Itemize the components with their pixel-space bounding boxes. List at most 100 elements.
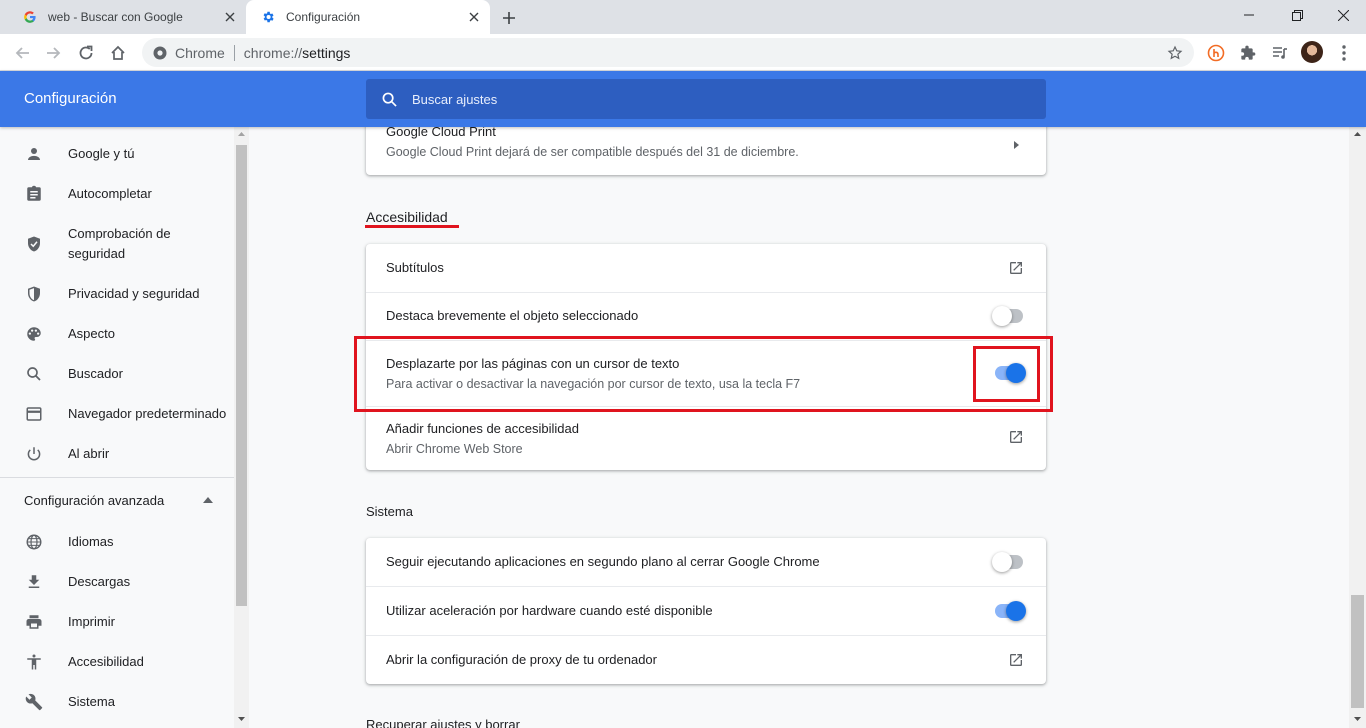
sidebar-item-comprobacion[interactable]: Comprobación de seguridad (0, 224, 234, 264)
tab-strip: web - Buscar con Google Configuración (0, 0, 1366, 34)
settings-header: Configuración (0, 71, 1366, 127)
scroll-up-arrow-icon[interactable] (234, 127, 249, 141)
sidebar-scroll-thumb[interactable] (236, 145, 247, 606)
search-icon (380, 90, 398, 108)
person-icon (24, 144, 44, 164)
shield-half-icon (24, 284, 44, 304)
back-arrow-icon[interactable] (8, 39, 36, 67)
row-subtitle: Abrir Chrome Web Store (386, 442, 523, 456)
open-in-new-icon[interactable] (1006, 427, 1026, 447)
sidebar-item-label: Al abrir (68, 446, 110, 461)
wrench-icon (24, 692, 44, 712)
google-g-icon (22, 9, 38, 25)
more-vert-icon[interactable] (1330, 39, 1358, 67)
shield-check-icon (24, 234, 44, 254)
site-chip: Chrome (175, 44, 225, 61)
sidebar-item-label: Aspecto (68, 326, 115, 341)
url-scheme: chrome:// (243, 44, 303, 61)
printing-card: Google Cloud Print Google Cloud Print de… (366, 127, 1046, 175)
chevron-right-icon (1011, 139, 1021, 151)
sidebar-item-label: Comprobación de seguridad (68, 226, 171, 261)
row-separator (366, 292, 1046, 293)
sidebar-item-autocompletar[interactable]: Autocompletar (0, 184, 234, 204)
focus-highlight-row: Destaca brevemente el objeto seleccionad… (366, 292, 1046, 340)
sidebar-item-label: Google y tú (68, 146, 135, 161)
minimize-icon[interactable] (1236, 4, 1262, 26)
row-title: Utilizar aceleración por hardware cuando… (386, 603, 713, 618)
add-accessibility-features-row[interactable]: Añadir funciones de accesibilidad Abrir … (366, 406, 1046, 470)
sidebar-item-navegador[interactable]: Navegador predeterminado (0, 404, 234, 424)
google-cloud-print-row[interactable]: Google Cloud Print Google Cloud Print de… (366, 127, 1046, 175)
media-queue-icon[interactable] (1266, 39, 1294, 67)
row-subtitle: Google Cloud Print dejará de ser compati… (386, 145, 799, 159)
chrome-site-icon (152, 45, 168, 61)
toggle-knob (992, 306, 1012, 326)
search-input[interactable] (412, 91, 1012, 107)
sidebar-item-label: Privacidad y seguridad (68, 286, 200, 301)
settings-main: Google Cloud Print Google Cloud Print de… (249, 127, 1349, 728)
sidebar-item-al-abrir[interactable]: Al abrir (0, 444, 234, 464)
sidebar-item-sistema[interactable]: Sistema (0, 692, 234, 712)
system-card: Seguir ejecutando aplicaciones en segund… (366, 538, 1046, 684)
power-icon (24, 444, 44, 464)
tab-title: Configuración (286, 10, 361, 24)
subtitles-row[interactable]: Subtítulos (366, 244, 1046, 292)
sidebar-item-label: Idiomas (68, 534, 114, 549)
sidebar-item-buscador[interactable]: Buscador (0, 364, 234, 384)
page-scroll-thumb[interactable] (1351, 595, 1364, 708)
sidebar-item-privacidad[interactable]: Privacidad y seguridad (0, 284, 234, 304)
printer-icon (24, 612, 44, 632)
address-separator (233, 44, 235, 61)
honey-extension-icon[interactable] (1202, 39, 1230, 67)
scroll-down-arrow-icon[interactable] (1350, 712, 1365, 726)
close-tab-icon[interactable] (222, 9, 238, 25)
address-bar[interactable]: Chrome chrome://settings (142, 38, 1194, 67)
globe-icon (24, 532, 44, 552)
background-apps-row: Seguir ejecutando aplicaciones en segund… (366, 538, 1046, 586)
annotation-highlight-row (354, 336, 1053, 412)
sidebar-item-descargas[interactable]: Descargas (0, 572, 234, 592)
browser-toolbar: Chrome chrome://settings (0, 34, 1366, 71)
tab-settings[interactable]: Configuración (246, 0, 490, 34)
advanced-settings-label: Configuración avanzada (24, 493, 165, 508)
bookmark-star-icon[interactable] (1166, 44, 1184, 62)
scroll-up-arrow-icon[interactable] (1350, 127, 1365, 141)
sidebar-item-google-y-tu[interactable]: Google y tú (0, 144, 234, 164)
focus-highlight-toggle[interactable] (992, 306, 1026, 326)
tab-title: web - Buscar con Google (48, 10, 183, 24)
open-in-new-icon[interactable] (1006, 650, 1026, 670)
row-title: Destaca brevemente el objeto seleccionad… (386, 308, 639, 323)
advanced-settings-toggle[interactable]: Configuración avanzada (24, 493, 224, 508)
forward-arrow-icon[interactable] (40, 39, 68, 67)
proxy-settings-row[interactable]: Abrir la configuración de proxy de tu or… (366, 635, 1046, 684)
scroll-down-arrow-icon[interactable] (234, 712, 249, 726)
search-settings-box[interactable] (366, 79, 1046, 119)
reload-icon[interactable] (72, 39, 100, 67)
row-title: Subtítulos (386, 260, 444, 275)
close-window-icon[interactable] (1330, 4, 1356, 26)
settings-sidebar: Google y tú Autocompletar Comprobación d… (0, 127, 234, 728)
sidebar-item-imprimir[interactable]: Imprimir (0, 612, 234, 632)
tab-google-search[interactable]: web - Buscar con Google (8, 0, 247, 34)
profile-avatar[interactable] (1301, 41, 1323, 63)
sidebar-item-label: Accesibilidad (68, 654, 144, 669)
hardware-acceleration-toggle[interactable] (992, 601, 1026, 621)
close-tab-icon[interactable] (466, 9, 482, 25)
sidebar-item-label: Buscador (68, 366, 123, 381)
toggle-knob (1006, 601, 1026, 621)
annotation-highlight-toggle (973, 346, 1040, 402)
open-in-new-icon[interactable] (1006, 258, 1026, 278)
sidebar-item-accesibilidad[interactable]: Accesibilidad (0, 652, 234, 672)
new-tab-button[interactable] (498, 7, 520, 29)
row-title: Abrir la configuración de proxy de tu or… (386, 652, 657, 667)
sidebar-item-label: Imprimir (68, 614, 115, 629)
restore-icon[interactable] (1284, 4, 1310, 26)
sidebar-item-idiomas[interactable]: Idiomas (0, 532, 234, 552)
url-host: settings (302, 44, 351, 61)
sidebar-item-aspecto[interactable]: Aspecto (0, 324, 234, 344)
extensions-puzzle-icon[interactable] (1234, 39, 1262, 67)
section-title-reset: Recuperar ajustes y borrar (366, 717, 520, 728)
background-apps-toggle[interactable] (992, 552, 1026, 572)
row-title: Añadir funciones de accesibilidad (386, 421, 579, 436)
home-icon[interactable] (104, 39, 132, 67)
